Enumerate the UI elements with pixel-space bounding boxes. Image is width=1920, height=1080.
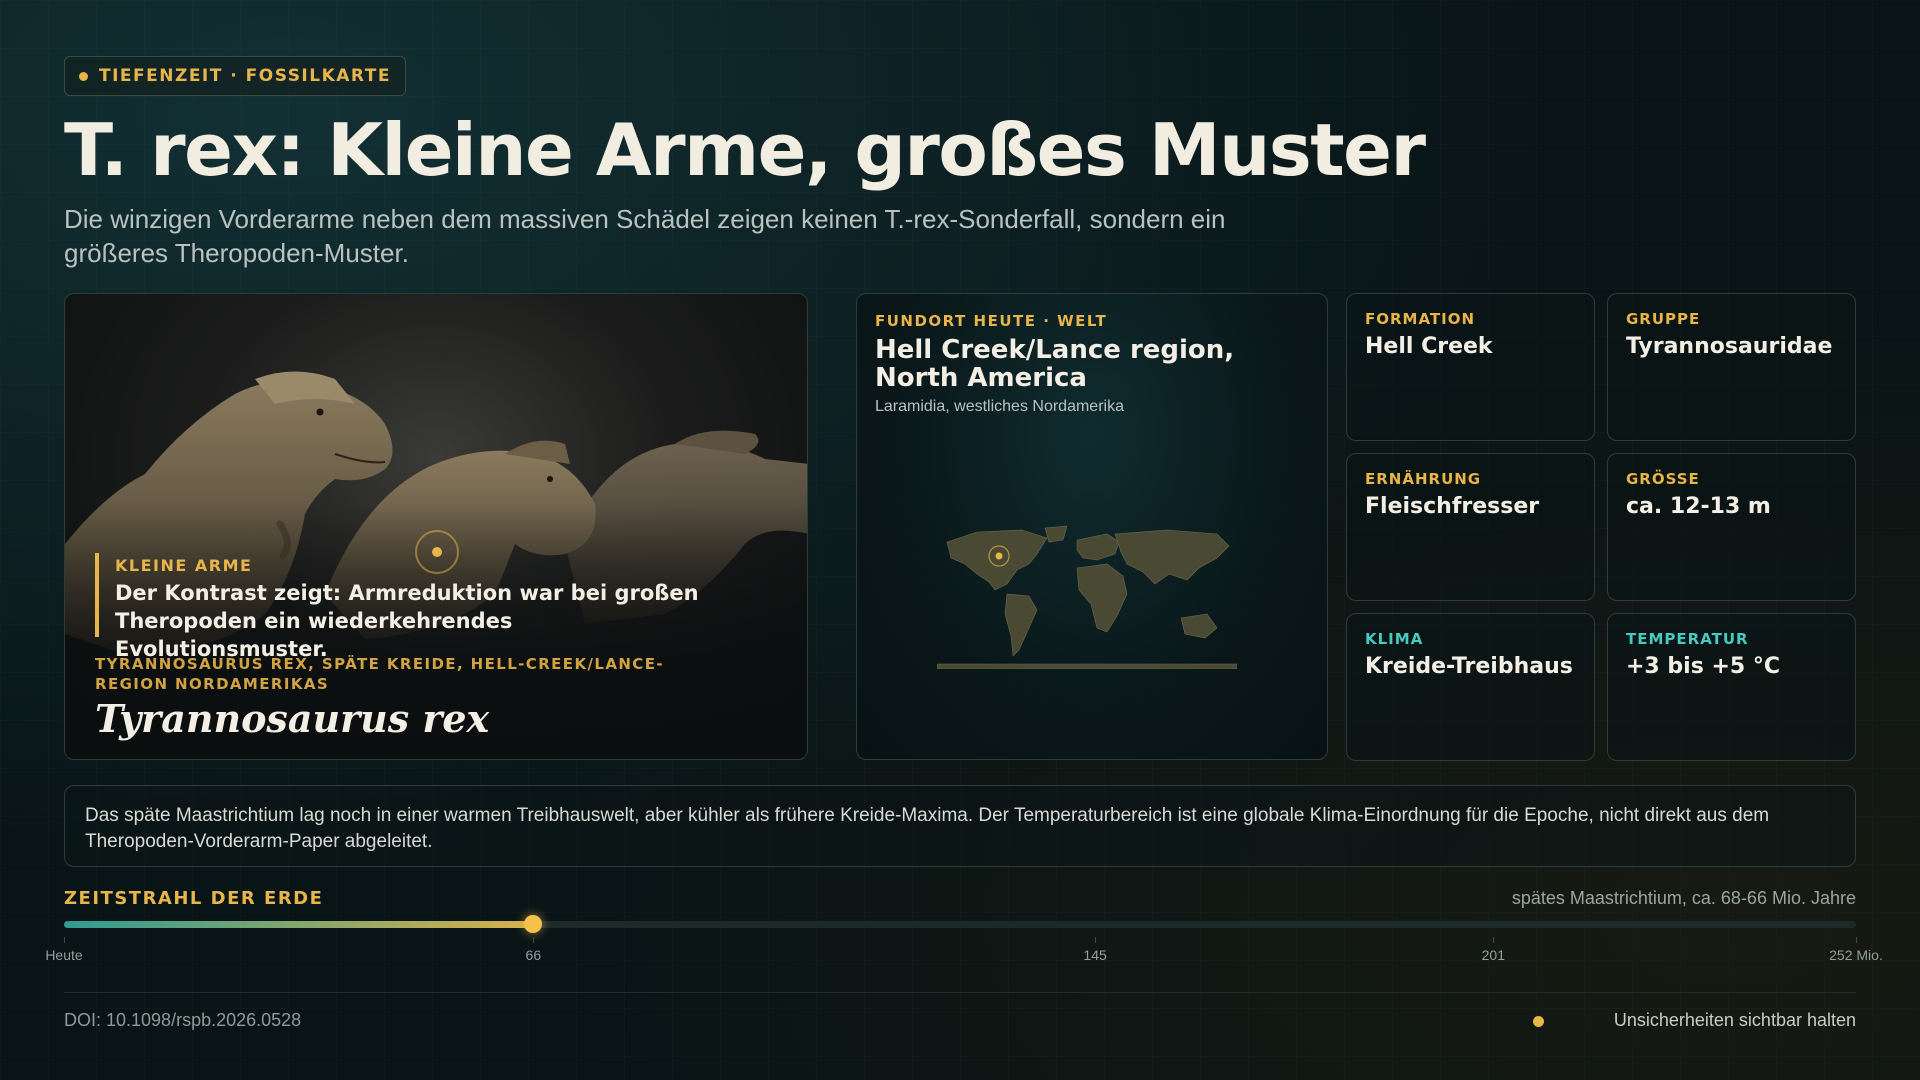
fact-label: GRÖSSE xyxy=(1626,470,1700,488)
location-title: Hell Creek/Lance region, North America xyxy=(875,335,1235,393)
fact-value: Hell Creek xyxy=(1365,334,1493,359)
location-map-card: FUNDORT HEUTE · WELT Hell Creek/Lance re… xyxy=(856,293,1328,760)
fact-card-climate: KLIMA Kreide-Treibhaus xyxy=(1346,613,1595,761)
hero-image-card: KLEINE ARME Der Kontrast zeigt: Armreduk… xyxy=(64,293,808,760)
timeline-tick xyxy=(1493,937,1495,943)
climate-note-text: Das späte Maastrichtium lag noch in eine… xyxy=(85,805,1770,852)
timeline-progress xyxy=(64,921,534,928)
footer-note: Unsicherheiten sichtbar halten xyxy=(1613,1010,1856,1030)
timeline-era: spätes Maastrichtium, ca. 68-66 Mio. Jah… xyxy=(1511,888,1856,908)
timeline-title: ZEITSTRAHL DER ERDE xyxy=(64,888,324,909)
timeline-tick-label: 201 xyxy=(1481,947,1506,963)
timeline-tick-label: 66 xyxy=(525,947,542,963)
timeline-track[interactable] xyxy=(64,915,1856,933)
species-name: Tyrannosaurus rex xyxy=(95,696,490,741)
fact-label: ERNÄHRUNG xyxy=(1365,470,1482,488)
fact-label: FORMATION xyxy=(1365,310,1476,328)
fact-label: KLIMA xyxy=(1365,630,1424,648)
quote-accent-bar xyxy=(95,553,99,637)
category-badge: TIEFENZEIT · FOSSILKARTE xyxy=(64,56,406,96)
hero-kicker: KLEINE ARME xyxy=(115,556,253,575)
page-subtitle: Die winzigen Vorderarme neben dem massiv… xyxy=(64,204,1226,268)
fact-value: Tyrannosauridae xyxy=(1626,334,1833,359)
badge-dot-icon xyxy=(79,72,88,81)
fact-card-diet: ERNÄHRUNG Fleischfresser xyxy=(1346,453,1595,601)
fact-label: TEMPERATUR xyxy=(1626,630,1749,648)
fact-card-group: GRUPPE Tyrannosauridae xyxy=(1607,293,1856,441)
timeline-tick xyxy=(1095,937,1097,943)
timeline-tick-label: 145 xyxy=(1083,947,1107,963)
fact-card-size: GRÖSSE ca. 12-13 m xyxy=(1607,453,1856,601)
timeline-tick xyxy=(533,937,535,943)
fact-value: Fleischfresser xyxy=(1365,494,1540,519)
location-label: FUNDORT HEUTE · WELT xyxy=(875,312,1108,330)
arm-marker-icon xyxy=(415,530,459,574)
timeline-tick-label: 252 Mio. xyxy=(1829,947,1883,963)
climate-note: Das späte Maastrichtium lag noch in eine… xyxy=(64,785,1856,867)
footer-divider xyxy=(64,992,1856,993)
timeline-tick xyxy=(1856,937,1857,943)
fact-card-formation: FORMATION Hell Creek xyxy=(1346,293,1595,441)
fact-value: ca. 12-13 m xyxy=(1626,494,1771,519)
hero-quote: Der Kontrast zeigt: Armreduktion war bei… xyxy=(115,581,699,661)
status-dot-icon xyxy=(1533,1016,1544,1027)
timeline-tick-label: Heute xyxy=(45,947,83,963)
page-title: T. rex: Kleine Arme, großes Muster xyxy=(64,108,1426,192)
fact-label: GRUPPE xyxy=(1626,310,1701,328)
fact-value: +3 bis +5 °C xyxy=(1626,654,1780,679)
doi-text: DOI: 10.1098/rspb.2026.0528 xyxy=(64,1010,302,1030)
timeline-tick xyxy=(64,937,65,943)
hero-caption: TYRANNOSAURUS REX, SPÄTE KREIDE, HELL-CR… xyxy=(95,655,664,693)
fact-card-temperature: TEMPERATUR +3 bis +5 °C xyxy=(1607,613,1856,761)
world-map xyxy=(937,525,1237,669)
badge-label: TIEFENZEIT · FOSSILKARTE xyxy=(99,66,391,86)
fact-value: Kreide-Treibhaus xyxy=(1365,654,1573,679)
location-subtitle: Laramidia, westliches Nordamerika xyxy=(875,398,1124,415)
